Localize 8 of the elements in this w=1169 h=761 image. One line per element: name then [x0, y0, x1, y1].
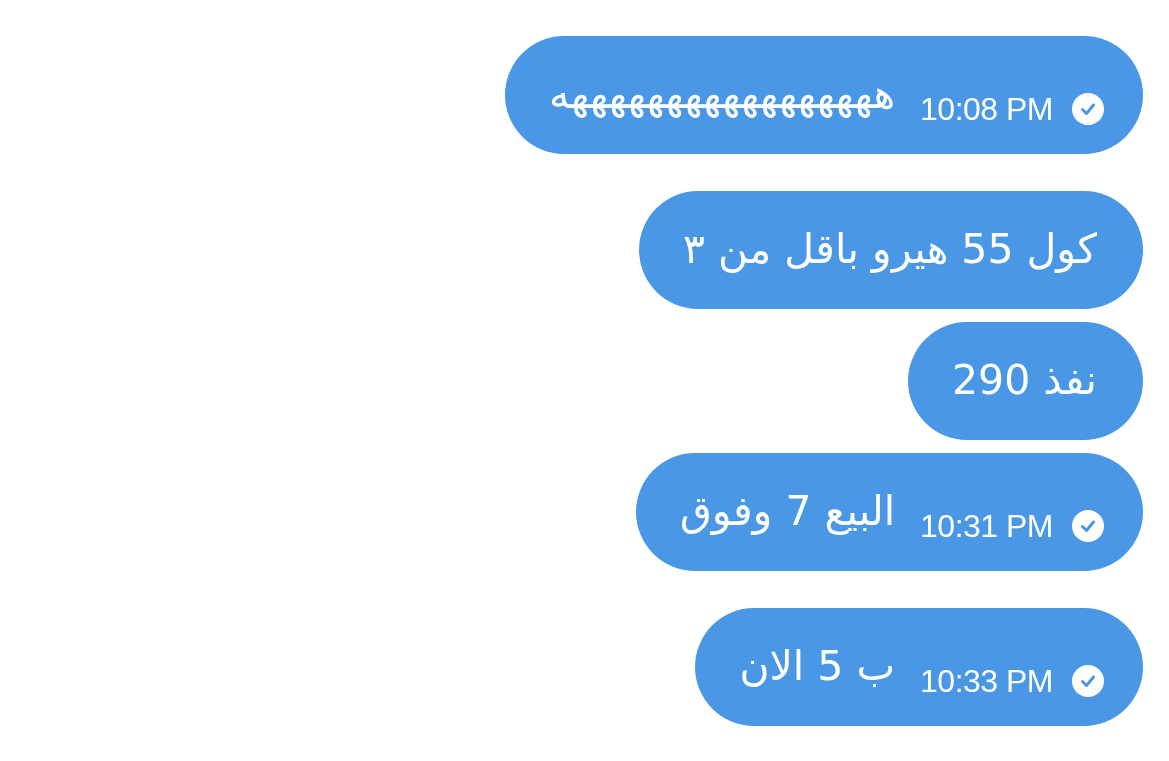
message-text: نفذ 290: [952, 356, 1097, 406]
message-text: البيع 7 وفوق: [680, 487, 896, 537]
message-text: كول 55 هيرو باقل من ٣: [683, 225, 1097, 275]
message-time: 10:31 PM: [920, 507, 1053, 545]
message-time: 10:08 PM: [920, 90, 1053, 128]
message-text: هههههههههههههههههه: [549, 70, 896, 120]
message-time: 10:33 PM: [920, 662, 1053, 700]
message-text: ب 5 الان: [739, 642, 896, 692]
